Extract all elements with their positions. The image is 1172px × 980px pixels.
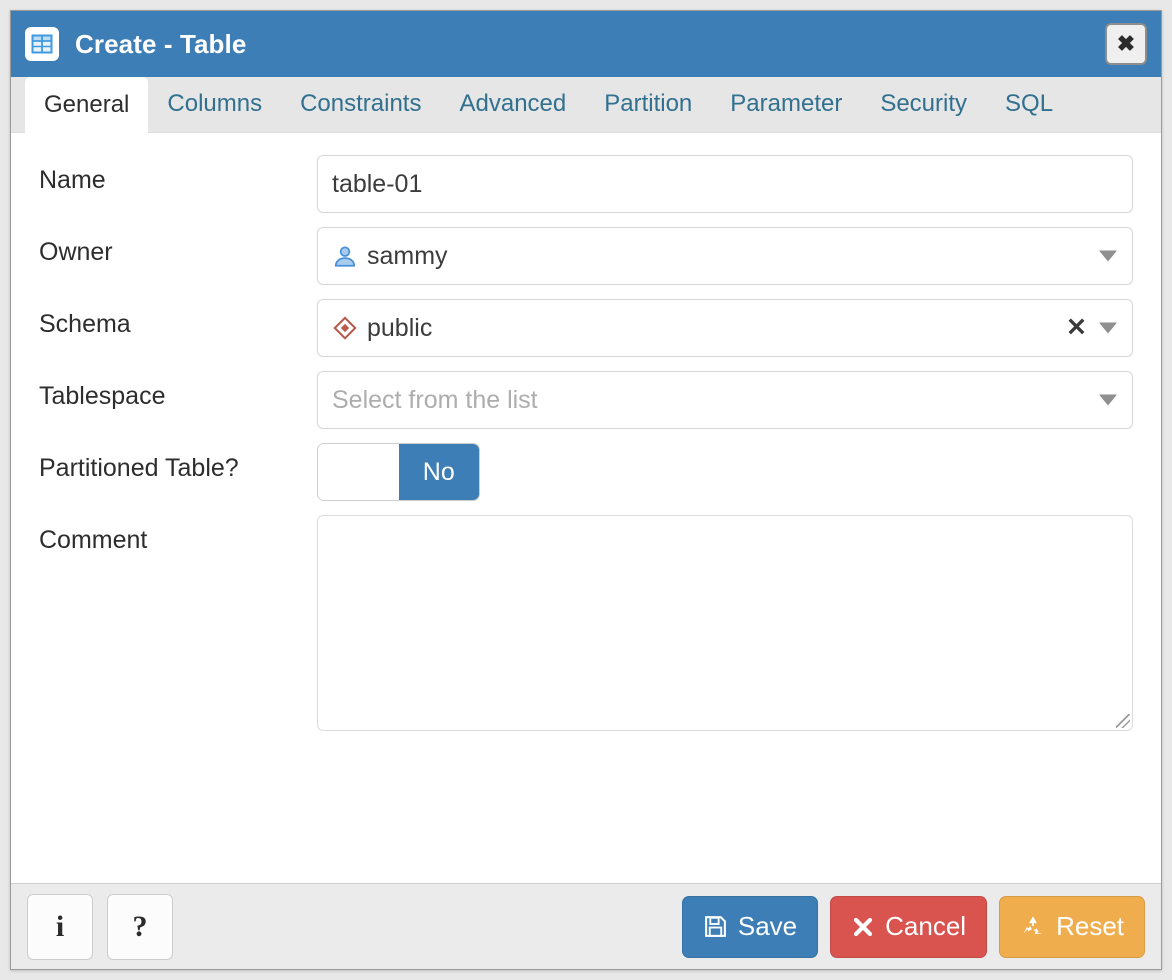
owner-select[interactable]: sammy xyxy=(317,227,1133,285)
form-row-partitioned-table: Partitioned Table? No xyxy=(39,443,1133,501)
form-row-schema: Schema public ✕ xyxy=(39,299,1133,357)
schema-value: public xyxy=(367,314,432,343)
footer-left-buttons: i ? xyxy=(27,894,173,960)
owner-value: sammy xyxy=(367,242,448,271)
tab-security[interactable]: Security xyxy=(861,76,986,132)
dialog-titlebar: Create - Table ✖ xyxy=(11,11,1161,77)
schema-diamond-icon xyxy=(332,315,358,341)
form-row-name: Name table-01 xyxy=(39,155,1133,213)
reset-button[interactable]: Reset xyxy=(999,896,1145,958)
recycle-icon xyxy=(1020,914,1046,940)
info-button[interactable]: i xyxy=(27,894,93,960)
cancel-x-icon xyxy=(851,915,875,939)
save-button[interactable]: Save xyxy=(682,896,818,958)
partitioned-table-toggle[interactable]: No xyxy=(317,443,480,501)
resize-grip-icon[interactable] xyxy=(1116,714,1130,728)
tablespace-placeholder: Select from the list xyxy=(332,386,538,415)
tablespace-field-wrap: Select from the list xyxy=(317,371,1133,429)
cancel-button-label: Cancel xyxy=(885,911,966,942)
comment-textarea[interactable] xyxy=(317,515,1133,731)
toggle-state-label: No xyxy=(399,444,480,500)
name-label: Name xyxy=(39,155,317,196)
partitioned-table-label: Partitioned Table? xyxy=(39,443,317,484)
tablespace-select[interactable]: Select from the list xyxy=(317,371,1133,429)
cancel-button[interactable]: Cancel xyxy=(830,896,987,958)
save-floppy-icon xyxy=(703,914,728,939)
form-row-owner: Owner sammy xyxy=(39,227,1133,285)
schema-dropdown-caret-icon[interactable] xyxy=(1099,323,1117,334)
form-row-tablespace: Tablespace Select from the list xyxy=(39,371,1133,429)
tab-sql[interactable]: SQL xyxy=(986,76,1072,132)
help-button[interactable]: ? xyxy=(107,894,173,960)
tab-columns[interactable]: Columns xyxy=(148,76,281,132)
reset-button-label: Reset xyxy=(1056,911,1124,942)
schema-field-wrap: public ✕ xyxy=(317,299,1133,357)
close-icon[interactable]: ✖ xyxy=(1105,23,1147,65)
name-input[interactable]: table-01 xyxy=(317,155,1133,213)
owner-label: Owner xyxy=(39,227,317,268)
form-row-comment: Comment xyxy=(39,515,1133,731)
schema-select[interactable]: public xyxy=(317,299,1133,357)
user-icon xyxy=(332,243,358,269)
toggle-knob xyxy=(318,444,399,500)
create-table-dialog: Create - Table ✖ General Columns Constra… xyxy=(10,10,1162,970)
tab-parameter[interactable]: Parameter xyxy=(711,76,861,132)
general-tab-panel: Name table-01 Owner sammy xyxy=(11,133,1161,883)
tablespace-label: Tablespace xyxy=(39,371,317,412)
schema-label: Schema xyxy=(39,299,317,340)
dialog-title: Create - Table xyxy=(75,29,246,60)
schema-clear-x-icon[interactable]: ✕ xyxy=(1066,316,1087,341)
tablespace-dropdown-caret-icon[interactable] xyxy=(1099,395,1117,406)
owner-field-wrap: sammy xyxy=(317,227,1133,285)
footer-right-buttons: Save Cancel xyxy=(682,896,1145,958)
table-icon xyxy=(25,27,59,61)
partitioned-table-field-wrap: No xyxy=(317,443,1133,501)
tab-general[interactable]: General xyxy=(25,77,148,133)
save-button-label: Save xyxy=(738,911,797,942)
comment-field-wrap xyxy=(317,515,1133,731)
name-input-value: table-01 xyxy=(332,170,422,199)
name-field-wrap: table-01 xyxy=(317,155,1133,213)
tab-advanced[interactable]: Advanced xyxy=(440,76,585,132)
dialog-footer: i ? Save Canc xyxy=(11,883,1161,969)
tab-constraints[interactable]: Constraints xyxy=(281,76,440,132)
tab-partition[interactable]: Partition xyxy=(585,76,711,132)
comment-label: Comment xyxy=(39,515,317,556)
tab-bar: General Columns Constraints Advanced Par… xyxy=(11,77,1161,133)
owner-dropdown-caret-icon[interactable] xyxy=(1099,251,1117,262)
